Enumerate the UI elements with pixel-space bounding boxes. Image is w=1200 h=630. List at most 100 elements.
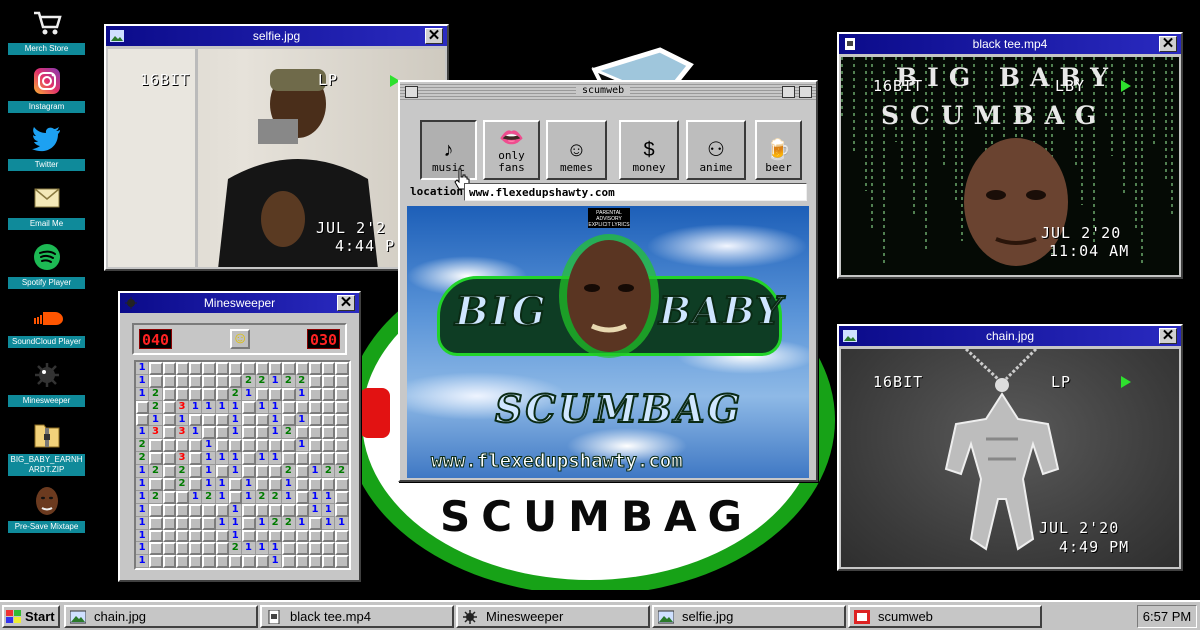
minesweeper-cell[interactable]: 1 (255, 452, 269, 466)
minesweeper-cell[interactable] (322, 439, 336, 453)
minesweeper-cell[interactable] (189, 374, 203, 388)
close-box[interactable] (405, 86, 418, 98)
minesweeper-cell[interactable] (335, 555, 349, 569)
minesweeper-cell[interactable]: 2 (136, 439, 150, 453)
minesweeper-cell[interactable] (282, 400, 296, 414)
window-titlebar[interactable]: selfie.jpg ✕ (106, 26, 447, 46)
minesweeper-cell[interactable]: 3 (175, 452, 190, 466)
minesweeper-cell[interactable] (335, 387, 349, 401)
minesweeper-cell[interactable]: 1 (202, 452, 216, 466)
minesweeper-cell[interactable]: 2 (255, 374, 269, 388)
minesweeper-cell[interactable] (175, 555, 190, 569)
minesweeper-cell[interactable] (295, 426, 309, 440)
minesweeper-cell[interactable] (242, 516, 256, 530)
desktop-icon-minesweeper[interactable]: Minesweeper (8, 358, 85, 407)
minesweeper-cell[interactable] (295, 542, 309, 556)
minesweeper-cell[interactable] (335, 439, 349, 453)
minesweeper-cell[interactable]: 1 (242, 490, 256, 504)
minesweeper-cell[interactable] (149, 555, 163, 569)
minesweeper-cell[interactable] (255, 413, 269, 427)
minesweeper-cell[interactable]: 2 (202, 490, 216, 504)
minesweeper-cell[interactable] (282, 452, 296, 466)
minesweeper-cell[interactable]: 1 (322, 490, 336, 504)
minesweeper-cell[interactable]: 2 (255, 490, 269, 504)
scumweb-window[interactable]: scumweb ♪ music 👄 only fans ☺ memes $ mo… (398, 80, 818, 482)
minesweeper-cell[interactable] (215, 426, 230, 440)
minesweeper-cell[interactable]: 1 (295, 439, 309, 453)
minesweeper-cell[interactable]: 1 (242, 478, 256, 491)
minesweeper-cell[interactable] (295, 503, 309, 517)
minesweeper-cell[interactable] (295, 400, 309, 414)
minesweeper-cell[interactable]: 1 (322, 503, 336, 517)
minesweeper-cell[interactable] (242, 465, 256, 479)
minesweeper-cell[interactable] (175, 374, 190, 388)
minesweeper-cell[interactable]: 1 (295, 516, 309, 530)
minesweeper-cell[interactable] (295, 555, 309, 569)
minesweeper-cell[interactable] (189, 555, 203, 569)
minesweeper-cell[interactable]: 1 (189, 426, 203, 440)
minesweeper-cell[interactable]: 1 (136, 555, 150, 569)
minesweeper-cell[interactable] (242, 555, 256, 569)
minesweeper-cell[interactable] (229, 439, 243, 453)
minesweeper-cell[interactable] (215, 503, 230, 517)
minesweeper-cell[interactable]: 2 (282, 516, 296, 530)
minesweeper-cell[interactable] (215, 465, 230, 479)
minesweeper-cell[interactable] (335, 426, 349, 440)
minesweeper-cell[interactable] (149, 542, 163, 556)
minesweeper-cell[interactable] (255, 465, 269, 479)
minesweeper-cell[interactable] (229, 490, 243, 504)
desktop-icon-soundcloud[interactable]: SoundCloud Player (8, 299, 85, 348)
minesweeper-cell[interactable]: 1 (136, 490, 150, 504)
minesweeper-cell[interactable] (308, 516, 323, 530)
minesweeper-cell[interactable] (308, 374, 323, 388)
minesweeper-cell[interactable] (149, 362, 163, 375)
toolbar-button-only-fans[interactable]: 👄 only fans (483, 120, 540, 180)
desktop-icon-instagram[interactable]: Instagram (8, 64, 85, 113)
minesweeper-cell[interactable] (215, 439, 230, 453)
minesweeper-cell[interactable]: 2 (282, 374, 296, 388)
minesweeper-cell[interactable] (322, 478, 336, 491)
toolbar-button-anime[interactable]: ⚇ anime (686, 120, 746, 180)
minesweeper-cell[interactable] (308, 387, 323, 401)
minesweeper-cell[interactable]: 3 (175, 426, 190, 440)
minesweeper-cell[interactable] (308, 362, 323, 375)
minesweeper-cell[interactable]: 3 (175, 400, 190, 414)
minesweeper-cell[interactable] (175, 503, 190, 517)
minesweeper-cell[interactable]: 2 (149, 465, 163, 479)
minesweeper-cell[interactable] (189, 362, 203, 375)
minesweeper-cell[interactable] (242, 400, 256, 414)
minesweeper-cell[interactable]: 1 (136, 503, 150, 517)
minesweeper-cell[interactable] (189, 413, 203, 427)
minesweeper-cell[interactable] (202, 374, 216, 388)
minesweeper-cell[interactable]: 1 (308, 465, 323, 479)
minesweeper-cell[interactable] (189, 529, 203, 543)
minesweeper-cell[interactable]: 1 (295, 387, 309, 401)
minesweeper-cell[interactable] (215, 362, 230, 375)
minesweeper-cell[interactable] (295, 362, 309, 375)
close-button[interactable]: ✕ (1159, 328, 1177, 344)
minesweeper-cell[interactable]: 2 (242, 374, 256, 388)
minesweeper-cell[interactable] (242, 439, 256, 453)
minesweeper-cell[interactable]: 1 (229, 413, 243, 427)
minesweeper-cell[interactable] (162, 465, 176, 479)
minesweeper-cell[interactable] (162, 452, 176, 466)
close-button[interactable]: ✕ (425, 28, 443, 44)
minesweeper-cell[interactable]: 1 (229, 452, 243, 466)
minesweeper-cell[interactable] (255, 503, 269, 517)
minesweeper-cell[interactable]: 1 (229, 400, 243, 414)
minesweeper-cell[interactable]: 2 (149, 400, 163, 414)
minesweeper-cell[interactable] (322, 452, 336, 466)
minesweeper-cell[interactable] (282, 387, 296, 401)
minesweeper-cell[interactable]: 2 (175, 465, 190, 479)
minesweeper-cell[interactable] (202, 529, 216, 543)
minesweeper-cell[interactable] (149, 516, 163, 530)
taskbar-item-scumweb[interactable]: scumweb (848, 605, 1042, 628)
minesweeper-cell[interactable] (202, 542, 216, 556)
minesweeper-cell[interactable]: 2 (175, 478, 190, 491)
minesweeper-cell[interactable] (308, 400, 323, 414)
minesweeper-cell[interactable] (162, 490, 176, 504)
minesweeper-cell[interactable]: 1 (175, 413, 190, 427)
minesweeper-cell[interactable] (322, 362, 336, 375)
minesweeper-cell[interactable] (162, 426, 176, 440)
minesweeper-cell[interactable] (295, 529, 309, 543)
